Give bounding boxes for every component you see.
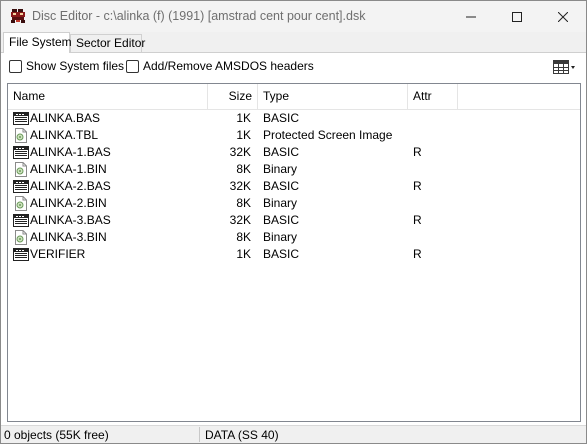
file-type: Protected Screen Image	[263, 128, 393, 142]
amsdos-headers-checkbox[interactable]: Add/Remove AMSDOS headers	[126, 59, 314, 73]
file-name: ALINKA.BAS	[30, 111, 101, 125]
checkbox-box[interactable]	[126, 59, 139, 73]
file-size: 32K	[229, 145, 251, 159]
minimize-button[interactable]	[448, 1, 494, 32]
file-name: ALINKA-3.BAS	[30, 213, 111, 227]
file-attr: R	[413, 247, 422, 261]
file-type: Binary	[263, 230, 298, 244]
file-list[interactable]: Name Size Type Attr ALINKA.BAS 1K BASIC ALI…	[7, 83, 581, 422]
file-type: BASIC	[263, 111, 300, 125]
column-header-type[interactable]: Type	[258, 84, 408, 109]
options-row: Show System files Add/Remove AMSDOS head…	[1, 53, 586, 81]
file-size: 8K	[236, 230, 251, 244]
checkbox-box[interactable]	[9, 59, 22, 73]
file-type: BASIC	[263, 213, 300, 227]
tab-sector-editor[interactable]: Sector Editor	[70, 34, 145, 53]
basic-program-icon	[13, 247, 29, 262]
column-header-name[interactable]: Name	[8, 84, 208, 109]
status-separator	[199, 427, 200, 442]
close-button[interactable]	[540, 1, 586, 32]
file-attr: R	[413, 213, 422, 227]
status-objects: 0 objects (55K free)	[4, 428, 109, 442]
file-type: Binary	[263, 196, 298, 210]
file-type: BASIC	[263, 247, 300, 261]
basic-program-icon	[13, 145, 29, 160]
file-row[interactable]: ALINKA-2.BAS 32K BASIC R	[8, 178, 580, 195]
column-header-attr[interactable]: Attr	[408, 84, 458, 109]
list-header: Name Size Type Attr	[8, 84, 580, 110]
amstrad-app-icon	[10, 8, 26, 24]
tab-file-system[interactable]: File System	[3, 32, 72, 53]
view-mode-button[interactable]	[552, 59, 578, 75]
view-mode-grid-icon	[553, 60, 575, 74]
file-row[interactable]: ALINKA-2.BIN 8K Binary	[8, 195, 580, 212]
file-size: 1K	[236, 247, 251, 261]
close-icon	[558, 11, 568, 22]
maximize-icon	[512, 11, 522, 22]
file-name: ALINKA-1.BIN	[30, 162, 107, 176]
maximize-button[interactable]	[494, 1, 540, 32]
basic-program-icon	[13, 179, 29, 194]
amsdos-headers-label: Add/Remove AMSDOS headers	[143, 59, 314, 73]
file-type: Binary	[263, 162, 298, 176]
file-size: 8K	[236, 196, 251, 210]
file-name: ALINKA-2.BAS	[30, 179, 111, 193]
file-size: 32K	[229, 213, 251, 227]
file-row[interactable]: ALINKA-1.BIN 8K Binary	[8, 161, 580, 178]
show-system-files-checkbox[interactable]: Show System files	[9, 59, 124, 73]
file-attr: R	[413, 179, 422, 193]
file-row[interactable]: ALINKA-1.BAS 32K BASIC R	[8, 144, 580, 161]
column-header-size[interactable]: Size	[208, 84, 258, 109]
file-rows: ALINKA.BAS 1K BASIC ALINKA.TBL 1K Protected S…	[8, 110, 580, 263]
file-size: 32K	[229, 179, 251, 193]
file-row[interactable]: ALINKA.BAS 1K BASIC	[8, 110, 580, 127]
window-title: Disc Editor - c:\alinka (f) (1991) [amst…	[32, 9, 366, 23]
status-disc-format: DATA (SS 40)	[205, 428, 279, 442]
title-bar[interactable]: Disc Editor - c:\alinka (f) (1991) [amst…	[1, 1, 586, 32]
basic-program-icon	[13, 111, 29, 126]
file-type: BASIC	[263, 179, 300, 193]
file-row[interactable]: ALINKA-3.BIN 8K Binary	[8, 229, 580, 246]
minimize-icon	[466, 16, 476, 17]
show-system-files-label: Show System files	[26, 59, 125, 73]
file-size: 1K	[236, 111, 251, 125]
binary-file-icon	[13, 230, 29, 245]
disc-editor-window: Disc Editor - c:\alinka (f) (1991) [amst…	[0, 0, 587, 444]
file-size: 8K	[236, 162, 251, 176]
binary-file-icon	[13, 162, 29, 177]
file-system-panel: Show System files Add/Remove AMSDOS head…	[1, 52, 586, 425]
file-name: VERIFIER	[30, 247, 86, 261]
file-row[interactable]: ALINKA-3.BAS 32K BASIC R	[8, 212, 580, 229]
basic-program-icon	[13, 213, 29, 228]
binary-file-icon	[13, 128, 29, 143]
file-name: ALINKA-2.BIN	[30, 196, 107, 210]
file-name: ALINKA.TBL	[30, 128, 99, 142]
status-bar: 0 objects (55K free) DATA (SS 40)	[1, 425, 586, 443]
file-name: ALINKA-3.BIN	[30, 230, 107, 244]
file-attr: R	[413, 145, 422, 159]
file-type: BASIC	[263, 145, 300, 159]
tab-strip: File System Sector Editor	[1, 32, 586, 53]
file-row[interactable]: ALINKA.TBL 1K Protected Screen Image	[8, 127, 580, 144]
file-row[interactable]: VERIFIER 1K BASIC R	[8, 246, 580, 263]
file-size: 1K	[236, 128, 251, 142]
binary-file-icon	[13, 196, 29, 211]
file-name: ALINKA-1.BAS	[30, 145, 111, 159]
